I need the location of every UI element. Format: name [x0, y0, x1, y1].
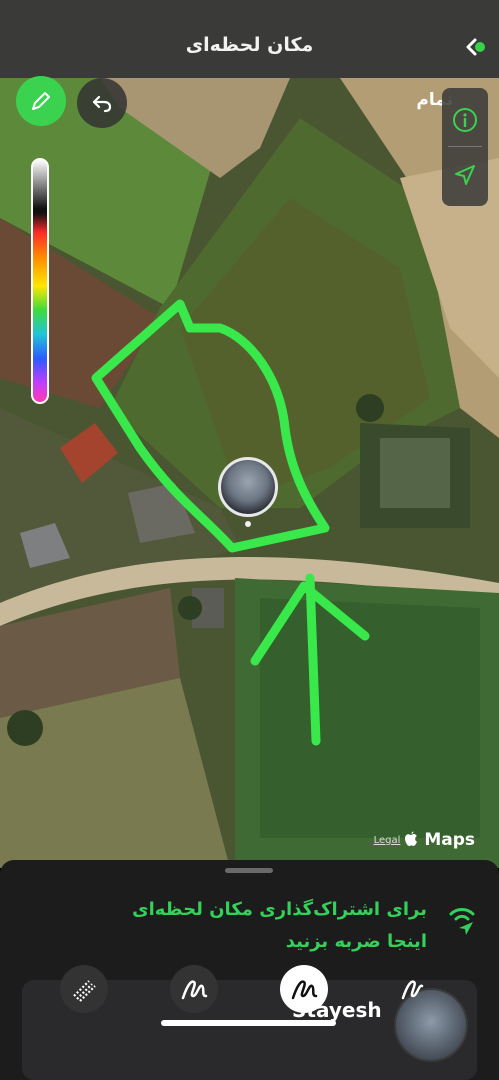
user-location-avatar[interactable]	[218, 457, 278, 517]
pencil-icon[interactable]	[16, 76, 66, 126]
top-bar: مکان لحظه‌ای	[0, 0, 499, 78]
sheet-grabber[interactable]	[225, 868, 273, 873]
map-controls-panel	[442, 88, 488, 206]
page-title: مکان لحظه‌ای	[185, 34, 314, 56]
map-attribution: Legal Maps	[374, 830, 475, 850]
live-location-icon	[447, 904, 477, 942]
undo-icon[interactable]	[77, 78, 127, 128]
location-dot	[245, 521, 251, 527]
info-icon[interactable]	[442, 96, 488, 144]
color-slider[interactable]	[31, 158, 49, 404]
chevron-back-icon[interactable]	[463, 36, 489, 58]
maps-logo: Maps	[404, 830, 475, 850]
location-arrow-icon[interactable]	[442, 150, 488, 200]
pen-tool-icon[interactable]	[170, 965, 218, 1013]
brush-tool-icon[interactable]	[390, 965, 438, 1013]
legal-link[interactable]: Legal	[374, 835, 401, 846]
marker-tool-icon[interactable]	[60, 965, 108, 1013]
panel-divider	[448, 146, 482, 147]
home-indicator[interactable]	[161, 1020, 336, 1026]
pen-tool-selected-icon[interactable]	[280, 965, 328, 1013]
share-live-location-message[interactable]: برای اشتراک‌گذاری مکان لحظه‌ای اینجا ضرب…	[97, 894, 427, 958]
